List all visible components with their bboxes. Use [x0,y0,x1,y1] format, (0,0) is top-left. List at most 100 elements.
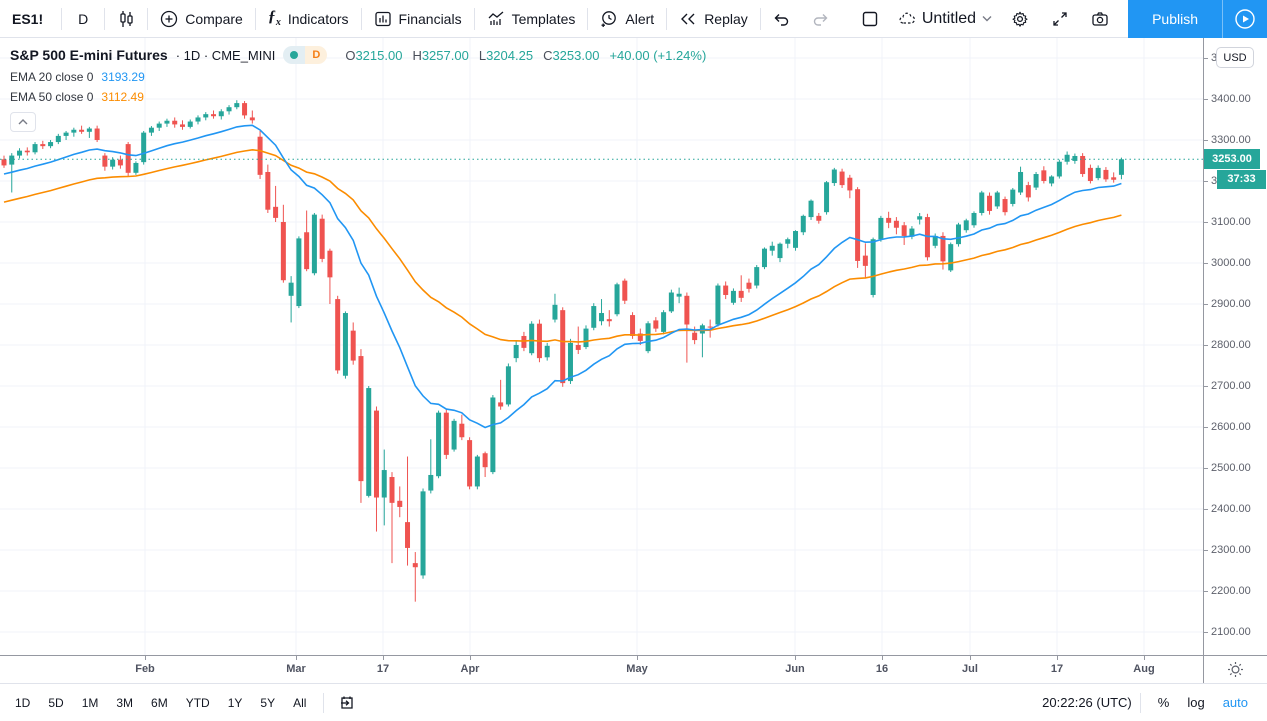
replay-button[interactable]: Replay [667,0,760,38]
price-axis[interactable]: 3500.003400.003300.003200.003100.003000.… [1203,38,1267,655]
price-axis-label: 2500.00 [1211,462,1251,474]
range-button-1m[interactable]: 1M [73,691,108,715]
price-axis-tick [1204,386,1208,387]
range-button-5y[interactable]: 5Y [251,691,284,715]
replay-label: Replay [704,11,748,27]
price-axis-tick [1204,591,1208,592]
ema50-name: EMA 50 close 0 [10,90,93,104]
price-axis-tick [1204,181,1208,182]
price-axis-tick [1204,632,1208,633]
log-scale-button[interactable]: log [1178,691,1213,714]
price-axis-label: 2900.00 [1211,298,1251,310]
time-axis-label: Jul [962,663,978,675]
range-button-5d[interactable]: 5D [39,691,72,715]
time-axis-tick [637,656,638,660]
price-axis-label: 2600.00 [1211,421,1251,433]
legend-collapse-button[interactable] [10,112,36,132]
plus-circle-icon [160,10,178,28]
fullscreen-button[interactable] [1040,0,1080,38]
ema50-legend-row[interactable]: EMA 50 close 0 3112.49 [10,90,706,104]
publish-menu-button[interactable] [1222,0,1267,38]
footer-right-group: 20:22:26 (UTC) % log auto [1042,691,1267,714]
chart-style-button[interactable] [105,0,147,38]
time-axis-tick [1144,656,1145,660]
fullscreen-icon [1051,10,1069,28]
symbol-title[interactable]: S&P 500 E-mini Futures [10,47,168,63]
auto-scale-button[interactable]: auto [1214,691,1257,714]
time-axis-label: Aug [1133,663,1154,675]
templates-label: Templates [512,11,576,27]
time-axis-tick [795,656,796,660]
chart-pane[interactable]: S&P 500 E-mini Futures · 1D · CME_MINI D… [0,38,1203,655]
price-axis-label: 3000.00 [1211,257,1251,269]
ema20-legend-row[interactable]: EMA 20 close 0 3193.29 [10,70,706,84]
saved-layout-menu[interactable]: Untitled [890,10,1000,28]
time-axis-tick [882,656,883,660]
snapshot-button[interactable] [1080,0,1120,38]
divider [1140,693,1141,713]
price-axis-tick [1204,345,1208,346]
interval-button[interactable]: D [62,0,104,38]
last-price-label: 3253.00 [1204,149,1260,169]
percent-scale-button[interactable]: % [1149,691,1179,714]
time-axis-label: Mar [286,663,306,675]
time-axis-tick [383,656,384,660]
high-label: H [412,48,421,63]
time-axis-label: May [626,663,647,675]
range-button-3m[interactable]: 3M [107,691,142,715]
chart-settings-button[interactable] [1000,0,1040,38]
financials-button[interactable]: Financials [362,0,474,38]
chevron-up-icon [18,119,28,125]
indicators-button[interactable]: ƒx Indicators [256,0,361,38]
price-axis-label: 3300.00 [1211,134,1251,146]
price-axis-tick [1204,509,1208,510]
delayed-data-badge: D [305,46,327,64]
alert-clock-icon [600,10,618,28]
time-axis-tick [145,656,146,660]
currency-button[interactable]: USD [1216,47,1254,68]
ema20-value: 3193.29 [101,70,144,84]
layout-select-button[interactable] [850,0,890,38]
chart-legend: S&P 500 E-mini Futures · 1D · CME_MINI D… [10,46,706,132]
bottom-toolbar: 1D5D1M3M6MYTD1Y5YAll 20:22:26 (UTC) % lo… [0,683,1267,721]
price-axis-label: 2100.00 [1211,626,1251,638]
close-value: 3253.00 [552,48,599,63]
top-toolbar: ES1! D Compare ƒx Indicators [0,0,1267,38]
time-axis[interactable]: FebMar17AprMayJun16Jul17Aug [0,655,1203,683]
range-button-all[interactable]: All [284,691,315,715]
redo-button[interactable] [801,0,841,38]
market-status-pill[interactable]: D [283,46,327,64]
symbol-search-button[interactable]: ES1! [0,0,61,38]
time-axis-corner[interactable] [1203,655,1267,683]
go-to-date-button[interactable] [332,684,362,721]
publish-button[interactable]: Publish [1128,0,1222,38]
time-axis-label: 17 [1051,663,1063,675]
compare-button[interactable]: Compare [148,0,255,38]
price-axis-tick [1204,58,1208,59]
time-axis-label: Feb [135,663,155,675]
alert-button[interactable]: Alert [588,0,666,38]
price-axis-label: 3400.00 [1211,93,1251,105]
time-axis-tick [296,656,297,660]
templates-button[interactable]: Templates [475,0,588,38]
single-layout-icon [861,10,879,28]
undo-icon [772,10,790,28]
redo-icon [812,10,830,28]
low-label: L [479,48,486,63]
range-button-6m[interactable]: 6M [142,691,177,715]
price-axis-label: 3100.00 [1211,216,1251,228]
time-axis-label: 17 [377,663,389,675]
clock-timezone-button[interactable]: 20:22:26 (UTC) [1042,695,1132,710]
range-button-1d[interactable]: 1D [6,691,39,715]
time-axis-label: Jun [785,663,805,675]
financials-label: Financials [399,11,462,27]
toolbar-right-group: Untitled [850,0,1267,38]
price-axis-tick [1204,222,1208,223]
price-axis-tick [1204,140,1208,141]
fx-icon: ƒx [268,8,281,28]
undo-button[interactable] [761,0,801,38]
range-button-ytd[interactable]: YTD [177,691,219,715]
range-button-1y[interactable]: 1Y [219,691,252,715]
price-axis-tick [1204,550,1208,551]
cloud-icon [898,10,916,28]
